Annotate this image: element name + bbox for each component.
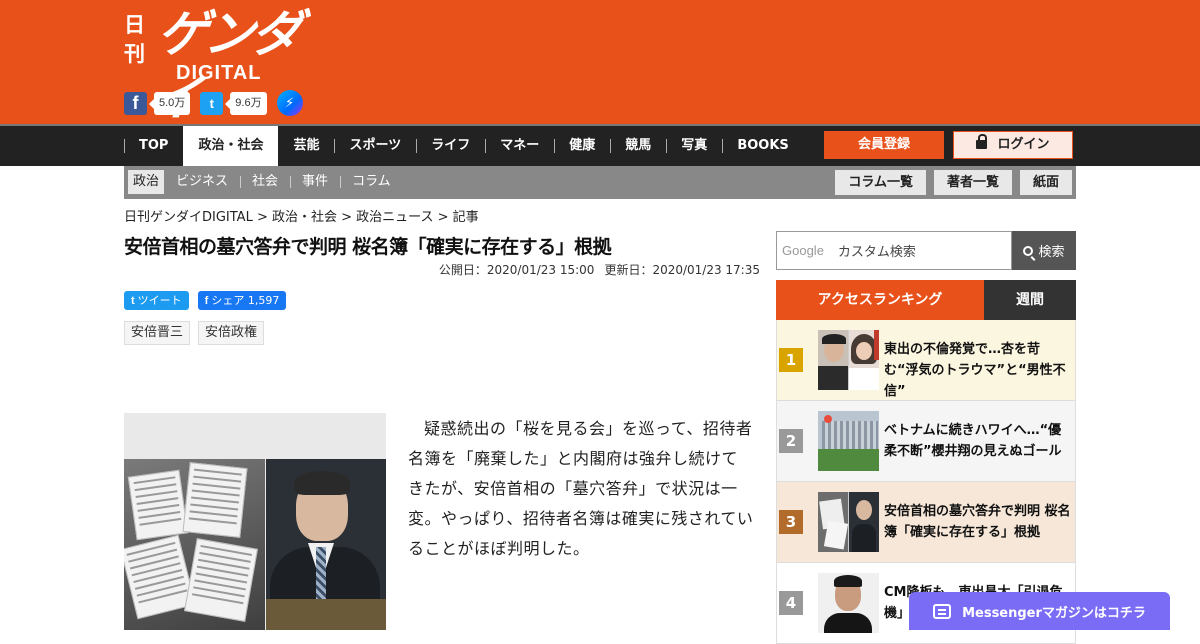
nav-item[interactable]: スポーツ — [334, 126, 416, 166]
article-dates: 公開日：2020/01/23 15:00 更新日：2020/01/23 17:35 — [429, 261, 760, 278]
search-button[interactable]: 検索 — [1012, 231, 1076, 270]
rank-number-badge: 2 — [779, 429, 803, 453]
ranking-tabs: アクセスランキング 週間 — [776, 280, 1076, 320]
search-input[interactable]: Google カスタム検索 — [776, 231, 1012, 270]
subnav-button[interactable]: コラム一覧 — [835, 170, 926, 195]
subnav-button[interactable]: 著者一覧 — [933, 170, 1012, 195]
tweet-label: ツイート — [137, 294, 182, 307]
ranking-item[interactable]: 1 東出の不倫発覚で…杏を苛む“浮気のトラウマ”と“男性不信” — [776, 320, 1076, 401]
tab-access-ranking[interactable]: アクセスランキング — [776, 280, 984, 320]
nav-item[interactable]: 健康 — [554, 126, 610, 166]
search-button-label: 検索 — [1038, 245, 1065, 260]
sub-nav: 政治 ビジネス 社会 事件 コラム コラム一覧 著者一覧 紙面 — [124, 166, 1076, 199]
messenger-icon[interactable]: ⚡ — [276, 90, 303, 116]
twitter-icon[interactable]: t — [200, 91, 224, 115]
subnav-item[interactable]: 社会 — [240, 170, 290, 194]
login-button[interactable]: ログイン — [953, 131, 1073, 159]
facebook-count: 5.0万 — [148, 91, 191, 115]
ranking-thumbnail[interactable] — [818, 330, 879, 390]
nav-item[interactable]: 芸能 — [278, 126, 334, 166]
facebook-share-button[interactable]: f シェア 1,597 — [197, 291, 287, 310]
main-nav-items: TOP 政治・社会 芸能 スポーツ ライフ マネー 健康 競馬 写真 BOOKS — [124, 126, 804, 166]
share-label: シェア 1,597 — [211, 294, 280, 307]
subnav-item[interactable]: コラム — [340, 170, 403, 194]
nav-item[interactable]: 競馬 — [610, 126, 666, 166]
ranking-thumbnail[interactable] — [818, 573, 879, 633]
site-search: Google カスタム検索 検索 — [776, 231, 1076, 270]
ranking-title[interactable]: 東出の不倫発覚で…杏を苛む“浮気のトラウマ”と“男性不信” — [884, 339, 1074, 402]
messenger-banner-label: Messengerマガジンはコチラ — [962, 605, 1146, 621]
article-photo[interactable] — [124, 413, 386, 630]
nav-item[interactable]: マネー — [485, 126, 554, 166]
subnav-item[interactable]: 事件 — [290, 170, 340, 194]
login-label: ログイン — [997, 137, 1050, 152]
facebook-icon-small: f — [204, 295, 209, 307]
article-paragraph: 疑惑続出の「桜を見る会」を巡って、招待者名簿を「廃棄した」と内閣府は強弁し続けて… — [408, 419, 754, 558]
ranking-item[interactable]: 3 安倍首相の墓穴答弁で判明 桜名簿「確実に存在する」根拠 — [776, 482, 1076, 563]
published-date: 公開日：2020/01/23 15:00 — [438, 263, 595, 277]
nav-item[interactable]: TOP — [124, 126, 183, 166]
nav-item[interactable]: 写真 — [666, 126, 722, 166]
chat-bubble-icon — [933, 603, 952, 619]
tab-weekly[interactable]: 週間 — [984, 280, 1076, 320]
share-buttons: t ツイート f シェア 1,597 — [124, 291, 287, 310]
search-icon — [1023, 245, 1034, 256]
photo-documents — [124, 459, 265, 630]
lock-icon — [976, 134, 988, 149]
ranking-thumbnail[interactable] — [818, 492, 879, 552]
nav-item[interactable]: ライフ — [416, 126, 485, 166]
facebook-icon[interactable]: f — [124, 91, 147, 115]
google-label: Google — [782, 243, 824, 258]
updated-date: 更新日：2020/01/23 17:35 — [604, 263, 760, 277]
rank-number-badge: 4 — [779, 591, 803, 615]
breadcrumb[interactable]: 日刊ゲンダイDIGITAL > 政治・社会 > 政治ニュース > 記事 — [124, 206, 479, 225]
sub-nav-buttons: コラム一覧 著者一覧 紙面 — [827, 170, 1072, 195]
article-tag[interactable]: 安倍晋三 — [124, 321, 191, 345]
register-button[interactable]: 会員登録 — [824, 131, 944, 159]
site-header: 日刊 ゲンダイ DIGITAL f 5.0万 t 9.6万 ⚡ — [0, 0, 1200, 127]
ranking-title[interactable]: ベトナムに続きハワイへ…“優柔不断”櫻井翔の見えぬゴール — [884, 420, 1074, 462]
twitter-count: 9.6万 — [225, 91, 267, 115]
logo-sub: DIGITAL — [176, 62, 262, 84]
article-title: 安倍首相の墓穴答弁で判明 桜名簿「確実に存在する」根拠 — [124, 236, 612, 258]
nav-item[interactable]: BOOKS — [722, 126, 803, 166]
ranking-thumbnail[interactable] — [818, 411, 879, 471]
ranking-title[interactable]: 安倍首相の墓穴答弁で判明 桜名簿「確実に存在する」根拠 — [884, 501, 1074, 543]
nav-item[interactable]: 政治・社会 — [183, 126, 279, 166]
rank-number-badge: 3 — [779, 510, 803, 534]
article-tags: 安倍晋三 安倍政権 — [124, 321, 272, 345]
sub-nav-items: 政治 ビジネス 社会 事件 コラム — [128, 170, 403, 194]
social-follow: f 5.0万 t 9.6万 ⚡ — [124, 90, 303, 116]
article-tag[interactable]: 安倍政権 — [198, 321, 265, 345]
tweet-button[interactable]: t ツイート — [124, 291, 189, 310]
photo-prime-minister — [266, 459, 386, 630]
logo-nikkan: 日刊 — [124, 12, 145, 66]
search-placeholder: カスタム検索 — [837, 245, 916, 260]
site-logo[interactable]: 日刊 ゲンダイ DIGITAL — [124, 5, 304, 127]
main-nav: TOP 政治・社会 芸能 スポーツ ライフ マネー 健康 競馬 写真 BOOKS 会員登録 ログイ… — [0, 124, 1200, 166]
twitter-bird-icon: t — [131, 295, 135, 307]
rank-number-badge: 1 — [779, 348, 803, 372]
subnav-button[interactable]: 紙面 — [1019, 170, 1072, 195]
article-body: 疑惑続出の「桜を見る会」を巡って、招待者名簿を「廃棄した」と内閣府は強弁し続けて… — [408, 414, 754, 564]
messenger-magazine-banner[interactable]: Messengerマガジンはコチラ — [909, 592, 1170, 630]
subnav-item[interactable]: 政治 — [128, 170, 165, 194]
ranking-item[interactable]: 2 ベトナムに続きハワイへ…“優柔不断”櫻井翔の見えぬゴール — [776, 401, 1076, 482]
subnav-item[interactable]: ビジネス — [164, 170, 240, 194]
